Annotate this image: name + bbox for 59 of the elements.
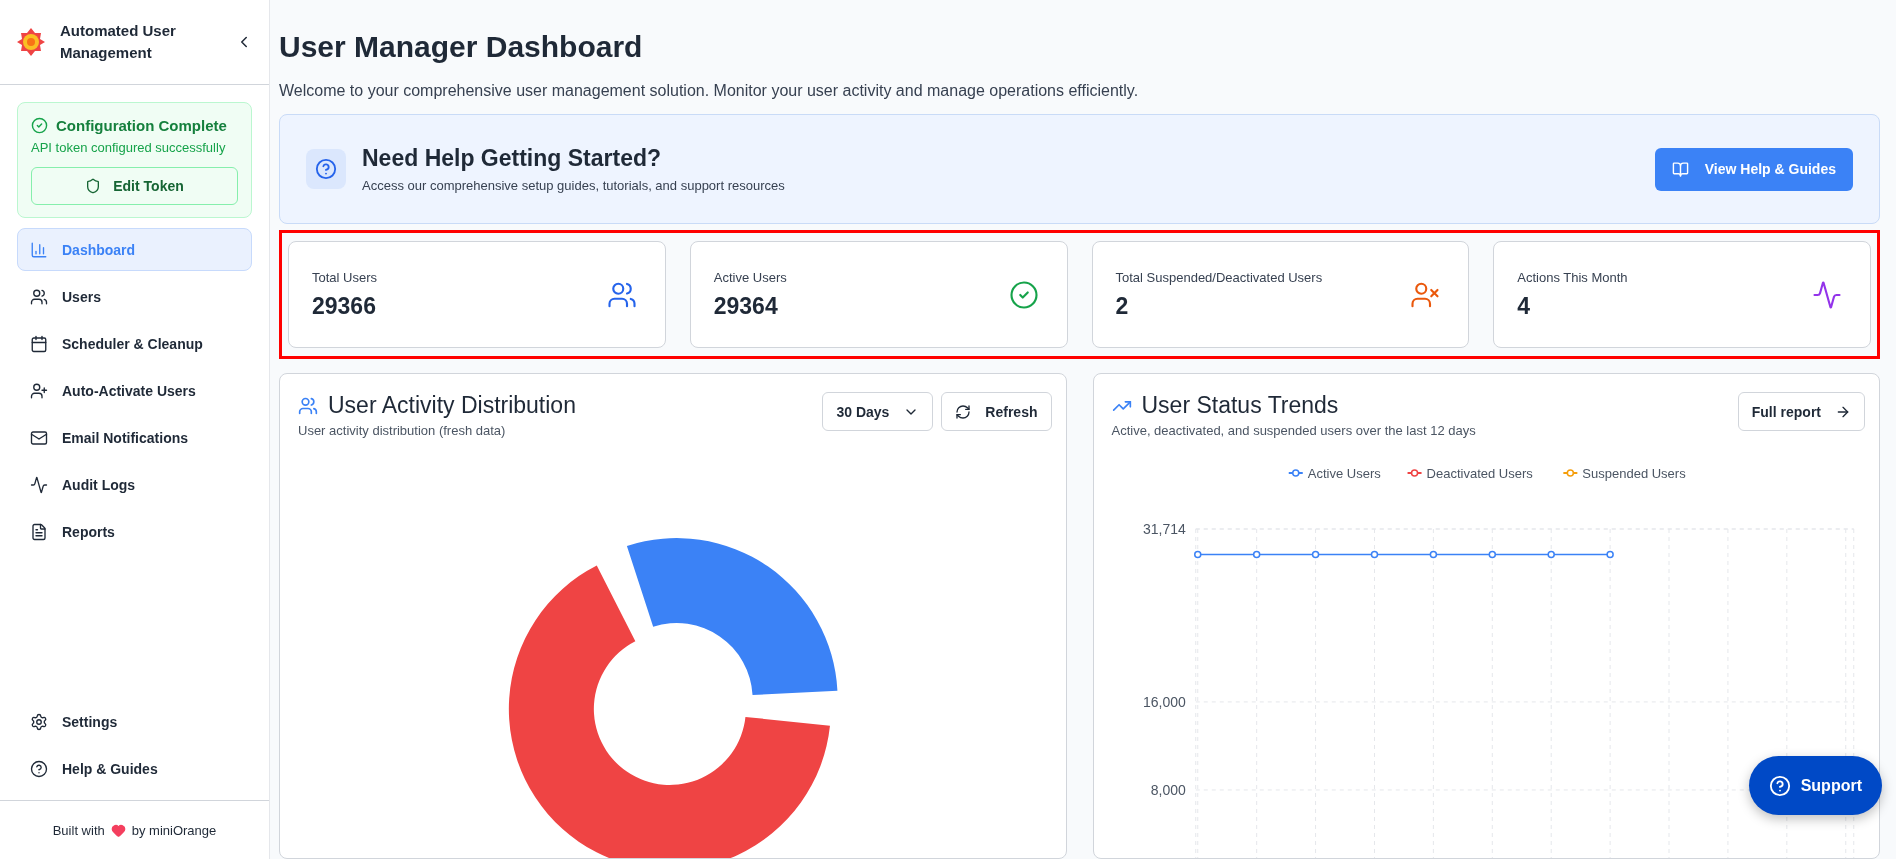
stat-label: Active Users <box>713 269 788 285</box>
shield-icon <box>85 178 102 194</box>
stat-value: 29366 <box>312 292 377 320</box>
nav-icon <box>30 287 48 306</box>
help-icon <box>1768 774 1791 797</box>
sidebar-nav-item[interactable]: Help & Guides <box>17 747 252 790</box>
logo-icon <box>16 27 46 57</box>
stat-label: Total Users <box>312 269 379 285</box>
footer-text: by miniOrange <box>131 822 217 838</box>
stat-value: 2 <box>1115 292 1130 320</box>
stat-label: Total Suspended/Deactivated Users <box>1115 269 1324 285</box>
footer-text: Built with <box>52 822 105 838</box>
sidebar-nav-item[interactable]: Audit Logs <box>17 463 252 506</box>
nav-icon <box>30 475 48 494</box>
banner-text: Access our comprehensive setup guides, tutorials, and support resources <box>362 178 786 193</box>
nav-icon <box>30 759 48 778</box>
card-subtitle: Active, deactivated, and suspended users over the last 12 days <box>1111 423 1477 438</box>
sidebar-nav-item[interactable]: Settings <box>17 700 252 743</box>
card-subtitle: User activity distribution (fresh data) <box>298 423 507 438</box>
legend-label: Suspended Users <box>1581 466 1686 481</box>
refresh-icon <box>955 403 972 420</box>
nav-icon <box>30 522 48 541</box>
y-axis-label: 16,000 <box>1142 693 1186 710</box>
nav-icon <box>30 712 48 731</box>
stat-value: 29364 <box>713 292 779 320</box>
check-circle-icon <box>31 117 48 134</box>
page-subtitle: Welcome to your comprehensive user management solution. Monitor your user activity and manage operations efficiently. <box>279 82 1140 100</box>
card-title: User Activity Distribution <box>328 392 576 419</box>
nav-icon <box>30 334 48 353</box>
sidebar-nav-item[interactable]: Auto-Activate Users <box>17 369 252 412</box>
banner-title: Need Help Getting Started? <box>362 145 663 172</box>
sidebar-nav-item[interactable]: Scheduler & Cleanup <box>17 322 252 365</box>
help-icon <box>306 149 346 189</box>
sidebar-nav-item[interactable]: Users <box>17 275 252 318</box>
nav-icon <box>30 428 48 447</box>
y-axis-label: 31,714 <box>1142 521 1186 537</box>
book-icon <box>1671 160 1689 178</box>
refresh-button[interactable]: Refresh <box>941 392 1052 431</box>
nav-icon <box>30 381 48 400</box>
users-icon <box>298 395 318 416</box>
edit-token-button[interactable]: Edit Token <box>31 167 238 205</box>
card-title: User Status Trends <box>1141 392 1339 419</box>
heart-icon <box>110 822 126 838</box>
config-message: API token configured successfully <box>31 140 227 155</box>
legend-label: Deactivated Users <box>1426 466 1533 481</box>
view-help-button[interactable]: View Help & Guides <box>1654 147 1853 191</box>
config-title: Configuration Complete <box>56 117 227 134</box>
page-title: User Manager Dashboard <box>279 30 644 64</box>
nav-icon <box>30 240 48 259</box>
sidebar-nav-item[interactable]: Email Notifications <box>17 416 252 459</box>
support-button[interactable]: Support <box>1748 756 1882 815</box>
sidebar-nav-item[interactable]: Reports <box>17 510 252 553</box>
full-report-button[interactable]: Full report <box>1737 392 1865 431</box>
legend-label: Active Users <box>1307 466 1381 481</box>
app-title: Automated User Management <box>60 21 177 63</box>
stat-label: Actions This Month <box>1517 269 1629 285</box>
range-dropdown[interactable]: 30 Days <box>822 392 934 431</box>
stat-value: 4 <box>1517 292 1532 320</box>
y-axis-label: 8,000 <box>1150 781 1186 798</box>
